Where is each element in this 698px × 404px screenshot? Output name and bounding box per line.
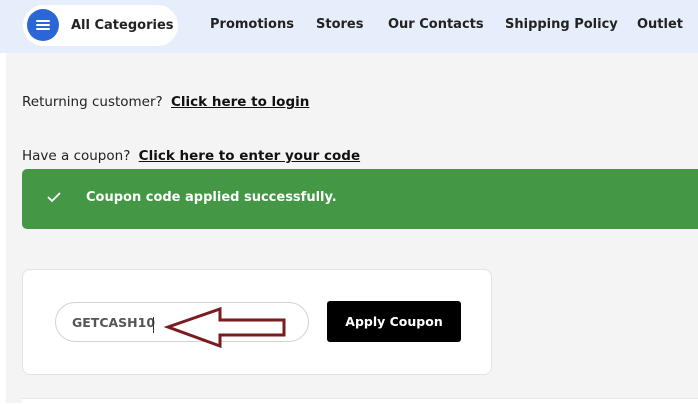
success-message: Coupon code applied successfully. — [86, 190, 337, 205]
nav-item-outlet[interactable]: Outlet — [637, 17, 683, 32]
check-icon — [47, 192, 61, 202]
next-section-edge — [22, 398, 698, 404]
all-categories-button[interactable]: All Categories — [23, 5, 178, 46]
coupon-question-text: Have a coupon? — [22, 148, 131, 164]
nav-item-promotions[interactable]: Promotions — [210, 17, 294, 32]
login-link[interactable]: Click here to login — [171, 94, 309, 110]
apply-coupon-button[interactable]: Apply Coupon — [327, 301, 461, 342]
returning-customer-notice: Returning customer? Click here to login — [22, 94, 309, 110]
top-navigation: All Categories Promotions Stores Our Con… — [0, 0, 698, 53]
nav-item-stores[interactable]: Stores — [316, 17, 363, 32]
nav-item-shipping-policy[interactable]: Shipping Policy — [505, 17, 618, 32]
enter-code-link[interactable]: Click here to enter your code — [139, 148, 360, 164]
all-categories-label: All Categories — [71, 18, 174, 33]
returning-customer-text: Returning customer? — [22, 94, 163, 110]
success-banner: Coupon code applied successfully. — [22, 169, 698, 229]
nav-item-our-contacts[interactable]: Our Contacts — [388, 17, 484, 32]
arrow-annotation — [163, 306, 286, 349]
menu-icon — [27, 9, 59, 41]
text-caret — [153, 317, 154, 333]
coupon-notice: Have a coupon? Click here to enter your … — [22, 148, 360, 164]
